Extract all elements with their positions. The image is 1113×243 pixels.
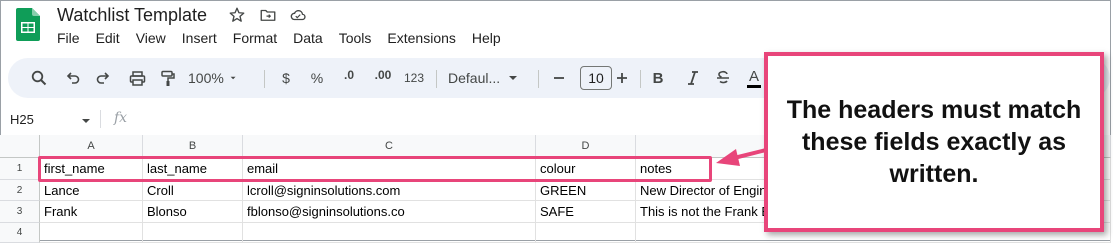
- menu-help[interactable]: Help: [472, 30, 501, 50]
- decrease-font-size-button[interactable]: [549, 58, 569, 98]
- star-icon[interactable]: [228, 6, 246, 24]
- currency-format-button[interactable]: $: [278, 58, 294, 98]
- cell-b2[interactable]: Croll: [143, 180, 243, 201]
- toolbar-divider: [640, 70, 641, 88]
- document-title[interactable]: Watchlist Template: [57, 5, 207, 26]
- cell-c4[interactable]: [243, 223, 536, 243]
- cell-c3[interactable]: fblonso@signinsolutions.co: [243, 201, 536, 223]
- strikethrough-button[interactable]: [713, 58, 733, 98]
- undo-icon: [66, 72, 80, 84]
- redo-icon: [96, 72, 110, 84]
- menu-file[interactable]: File: [57, 30, 80, 50]
- bold-button[interactable]: B: [649, 58, 667, 98]
- row-header-1[interactable]: 1: [0, 158, 40, 180]
- italic-icon: [688, 71, 698, 85]
- menu-view[interactable]: View: [136, 30, 166, 50]
- callout-box: The headers must match these fields exac…: [764, 52, 1104, 232]
- column-header-d[interactable]: D: [536, 135, 636, 158]
- menu-edit[interactable]: Edit: [96, 30, 120, 50]
- column-header-a[interactable]: A: [40, 135, 143, 158]
- name-box[interactable]: H25: [10, 112, 34, 127]
- header-row-highlight: [38, 156, 712, 182]
- row-header-3[interactable]: 3: [0, 201, 40, 223]
- cell-d3[interactable]: SAFE: [536, 201, 636, 223]
- search-menus-button[interactable]: [28, 58, 50, 98]
- print-button[interactable]: [126, 58, 148, 98]
- sheets-logo-icon: [16, 8, 40, 41]
- menu-data[interactable]: Data: [293, 30, 323, 50]
- cell-b3[interactable]: Blonso: [143, 201, 243, 223]
- cell-a4[interactable]: [40, 223, 143, 243]
- caret-down-icon: [230, 76, 236, 80]
- cell-a2[interactable]: Lance: [40, 180, 143, 201]
- zoom-select[interactable]: 100%: [188, 58, 236, 98]
- increase-font-size-button[interactable]: [612, 58, 632, 98]
- text-color-label: A: [748, 67, 759, 85]
- search-icon: [31, 70, 47, 86]
- callout-arrow-icon: [716, 148, 768, 166]
- italic-button[interactable]: [684, 58, 702, 98]
- toolbar-divider: [538, 70, 539, 88]
- number-format-button[interactable]: 123: [402, 58, 426, 98]
- cell-d2[interactable]: GREEN: [536, 180, 636, 201]
- menu-insert[interactable]: Insert: [182, 30, 217, 50]
- menu-format[interactable]: Format: [233, 30, 277, 50]
- paint-format-icon: [161, 70, 175, 86]
- caret-down-icon: [509, 76, 518, 80]
- cloud-saved-icon[interactable]: [289, 6, 307, 24]
- zoom-value: 100%: [188, 70, 224, 86]
- font-select[interactable]: Defaul...: [448, 58, 528, 98]
- paint-format-button[interactable]: [157, 58, 179, 98]
- decrease-decimal-label: .0: [343, 68, 354, 82]
- decrease-decimal-button[interactable]: .0: [338, 58, 360, 98]
- text-color-button[interactable]: A: [746, 58, 762, 98]
- menu-bar: File Edit View Insert Format Data Tools …: [57, 30, 517, 50]
- cell-c2[interactable]: lcroll@signinsolutions.com: [243, 180, 536, 201]
- print-icon: [129, 70, 145, 86]
- minus-icon: [554, 77, 564, 79]
- row-header-4[interactable]: 4: [0, 223, 40, 243]
- text-color-swatch: [747, 84, 761, 88]
- menu-tools[interactable]: Tools: [339, 30, 372, 50]
- redo-button[interactable]: [92, 58, 114, 98]
- increase-decimal-button[interactable]: .00: [370, 58, 396, 98]
- plus-icon: [617, 73, 627, 83]
- formula-bar-divider: [100, 110, 101, 128]
- select-all-corner[interactable]: [0, 135, 40, 158]
- column-header-c[interactable]: C: [243, 135, 536, 158]
- move-folder-icon[interactable]: [259, 6, 277, 24]
- toolbar-divider: [436, 70, 437, 88]
- callout-text: The headers must match these fields exac…: [786, 96, 1082, 188]
- column-header-b[interactable]: B: [143, 135, 243, 158]
- font-value: Defaul...: [448, 70, 501, 86]
- strikethrough-icon: [717, 70, 729, 84]
- cell-b4[interactable]: [143, 223, 243, 243]
- cell-a3[interactable]: Frank: [40, 201, 143, 223]
- fx-icon: fx: [114, 110, 128, 126]
- font-size-input[interactable]: 10: [580, 66, 612, 90]
- percent-format-button[interactable]: %: [308, 58, 326, 98]
- caret-down-icon[interactable]: [81, 116, 91, 126]
- undo-button[interactable]: [62, 58, 84, 98]
- cell-d4[interactable]: [536, 223, 636, 243]
- menu-extensions[interactable]: Extensions: [387, 30, 455, 50]
- row-header-2[interactable]: 2: [0, 180, 40, 201]
- increase-decimal-label: .00: [374, 68, 392, 82]
- toolbar-divider: [264, 70, 265, 88]
